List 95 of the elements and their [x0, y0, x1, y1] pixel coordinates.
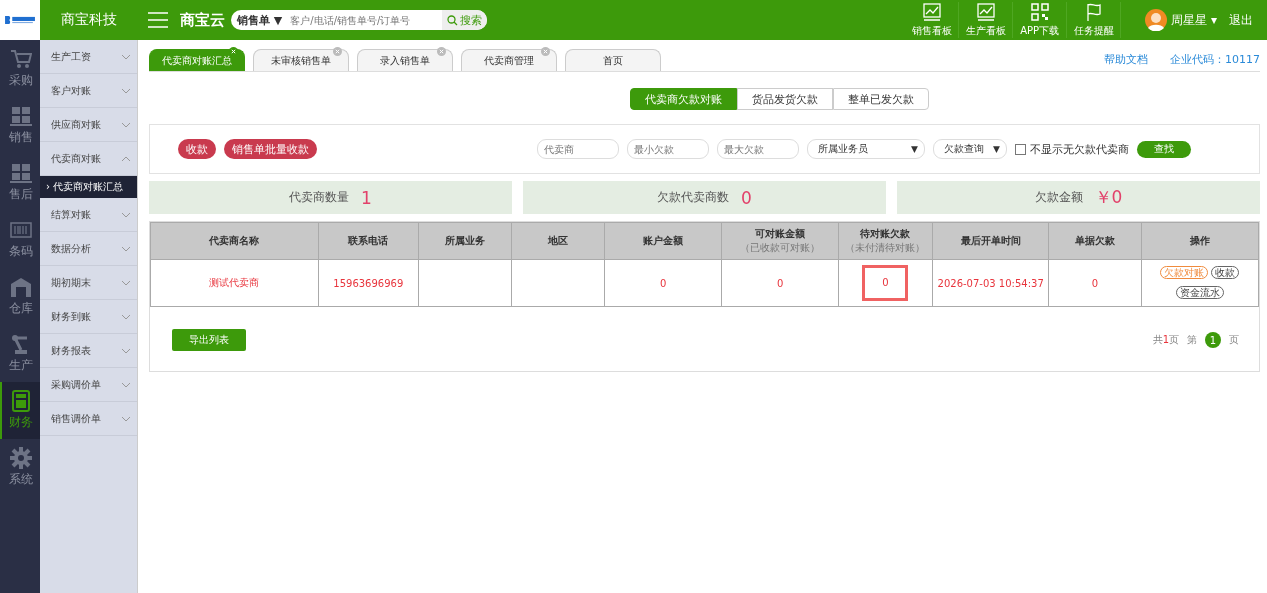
- select-field[interactable]: 所属业务员 ▼: [807, 139, 925, 159]
- page-label: 第: [1187, 333, 1197, 347]
- table-cell: 15963696969: [318, 259, 419, 307]
- boxes-icon: [10, 105, 32, 127]
- cart-icon: [10, 48, 32, 70]
- checkbox-label[interactable]: 不显示无欠款代卖商: [1030, 141, 1129, 157]
- menu-icon[interactable]: [148, 12, 168, 28]
- column-header: 待对账欠款 （未付清待对账）: [838, 222, 933, 260]
- find-button[interactable]: 查找: [1137, 140, 1191, 158]
- logout-link[interactable]: 退出: [1229, 11, 1253, 29]
- rail-item[interactable]: 系统: [0, 439, 40, 496]
- toolbar-button[interactable]: 任务提醒: [1067, 2, 1122, 38]
- column-header: 最后开单时间: [932, 222, 1049, 260]
- help-link[interactable]: 帮助文档: [1104, 52, 1148, 67]
- tab[interactable]: 代卖商对账汇总: [149, 49, 245, 71]
- barcode-icon: [10, 219, 32, 241]
- company-code: 企业代码：10117: [1170, 52, 1260, 67]
- tab[interactable]: 录入销售单: [357, 49, 453, 71]
- tab[interactable]: 未审核销售单: [253, 49, 349, 71]
- filter-field[interactable]: 代卖商: [537, 139, 619, 159]
- action-button[interactable]: 收款: [178, 139, 216, 159]
- column-header: 所属业务: [418, 222, 512, 260]
- qr-code-icon: [1029, 2, 1050, 22]
- menu-item[interactable]: 采购调价单: [40, 368, 137, 402]
- rail-item[interactable]: 采购: [0, 40, 40, 97]
- warehouse-icon: [10, 276, 32, 298]
- user-name[interactable]: 周星星 ▾: [1171, 11, 1217, 29]
- logo-icon: [0, 0, 40, 40]
- table-cell: 0: [604, 259, 722, 307]
- calculator-icon: [10, 390, 32, 412]
- page-total: 共1页: [1152, 333, 1179, 347]
- toolbar-button[interactable]: 生产看板: [959, 2, 1014, 38]
- close-icon[interactable]: [541, 47, 550, 56]
- tab[interactable]: 首页: [565, 49, 661, 71]
- export-button[interactable]: 导出列表: [172, 329, 246, 351]
- table-cell: 0: [721, 259, 839, 307]
- menu-item[interactable]: 期初期末: [40, 266, 137, 300]
- menu-item[interactable]: 客户对账: [40, 74, 137, 108]
- table-cell: 测试代卖商: [150, 259, 319, 307]
- settings-icon: [10, 447, 32, 469]
- search-field[interactable]: 销售单 ▼ 客户/电话/销售单号/订单号 搜索: [231, 10, 488, 30]
- rail-item[interactable]: 售后: [0, 154, 40, 211]
- rail-item[interactable]: 销售: [0, 97, 40, 154]
- menu-item[interactable]: 销售调价单: [40, 402, 137, 436]
- highlighted-value: 0: [862, 265, 909, 301]
- column-header: 单据欠款: [1048, 222, 1142, 260]
- page-number[interactable]: 1: [1205, 332, 1221, 348]
- stat-value: 1: [361, 187, 372, 208]
- close-icon[interactable]: [437, 47, 446, 56]
- select-field[interactable]: 欠款查询 ▼: [933, 139, 1007, 159]
- chart-icon: [921, 2, 942, 22]
- stat-label: 欠款代卖商数: [657, 189, 730, 206]
- column-header: 账户金额: [604, 222, 722, 260]
- avatar-icon: [1145, 9, 1168, 31]
- menu-item[interactable]: 数据分析: [40, 232, 137, 266]
- action-button[interactable]: 销售单批量收款: [224, 139, 317, 159]
- stat-value: ￥0: [1094, 186, 1123, 209]
- page-label: 页: [1229, 333, 1239, 347]
- filter-field[interactable]: 最大欠款: [717, 139, 799, 159]
- menu-item[interactable]: 供应商对账: [40, 108, 137, 142]
- toolbar-button[interactable]: 销售看板: [905, 2, 960, 38]
- boxes-icon: [10, 162, 32, 184]
- stat-label: 代卖商数量: [289, 189, 350, 206]
- toolbar-button[interactable]: APP下载: [1013, 2, 1068, 38]
- tab[interactable]: 代卖商管理: [461, 49, 557, 71]
- menu-item[interactable]: 财务到账: [40, 300, 137, 334]
- rail-item[interactable]: 条码: [0, 211, 40, 268]
- column-header: 联系电话: [318, 222, 419, 260]
- column-header: 可对账金额 （已收款可对账）: [721, 222, 839, 260]
- column-header: 代卖商名称: [150, 222, 319, 260]
- segment-tab[interactable]: 代卖商欠款对账: [630, 88, 737, 110]
- search-icon: [447, 14, 459, 26]
- table-cell: 0: [1048, 259, 1142, 307]
- segment-tab[interactable]: 货品发货欠款: [737, 88, 833, 110]
- chart-icon: [975, 2, 996, 22]
- close-icon[interactable]: [333, 47, 342, 56]
- column-header: 地区: [511, 222, 605, 260]
- rail-item[interactable]: 财务: [0, 382, 40, 439]
- menu-item[interactable]: 财务报表: [40, 334, 137, 368]
- close-icon[interactable]: [229, 47, 238, 56]
- company-name: 商宝科技: [60, 11, 118, 29]
- menu-item[interactable]: 结算对账: [40, 198, 137, 232]
- checkbox[interactable]: [1015, 143, 1026, 155]
- search-scope-select[interactable]: 销售单 ▼: [231, 12, 289, 28]
- brand-name: 商宝云: [180, 10, 225, 30]
- menu-item[interactable]: 生产工资: [40, 40, 137, 74]
- rail-item[interactable]: 仓库: [0, 268, 40, 325]
- rail-item[interactable]: 生产: [0, 325, 40, 382]
- segment-tab[interactable]: 整单已发欠款: [833, 88, 929, 110]
- stat-label: 欠款金额: [1034, 189, 1083, 206]
- table-cell: 2026-07-03 10:54:37: [932, 259, 1049, 307]
- filter-field[interactable]: 最小欠款: [627, 139, 709, 159]
- stat-value: 0: [741, 187, 752, 208]
- menu-subitem[interactable]: › 代卖商对账汇总: [40, 176, 137, 198]
- column-header: 操作: [1141, 222, 1259, 260]
